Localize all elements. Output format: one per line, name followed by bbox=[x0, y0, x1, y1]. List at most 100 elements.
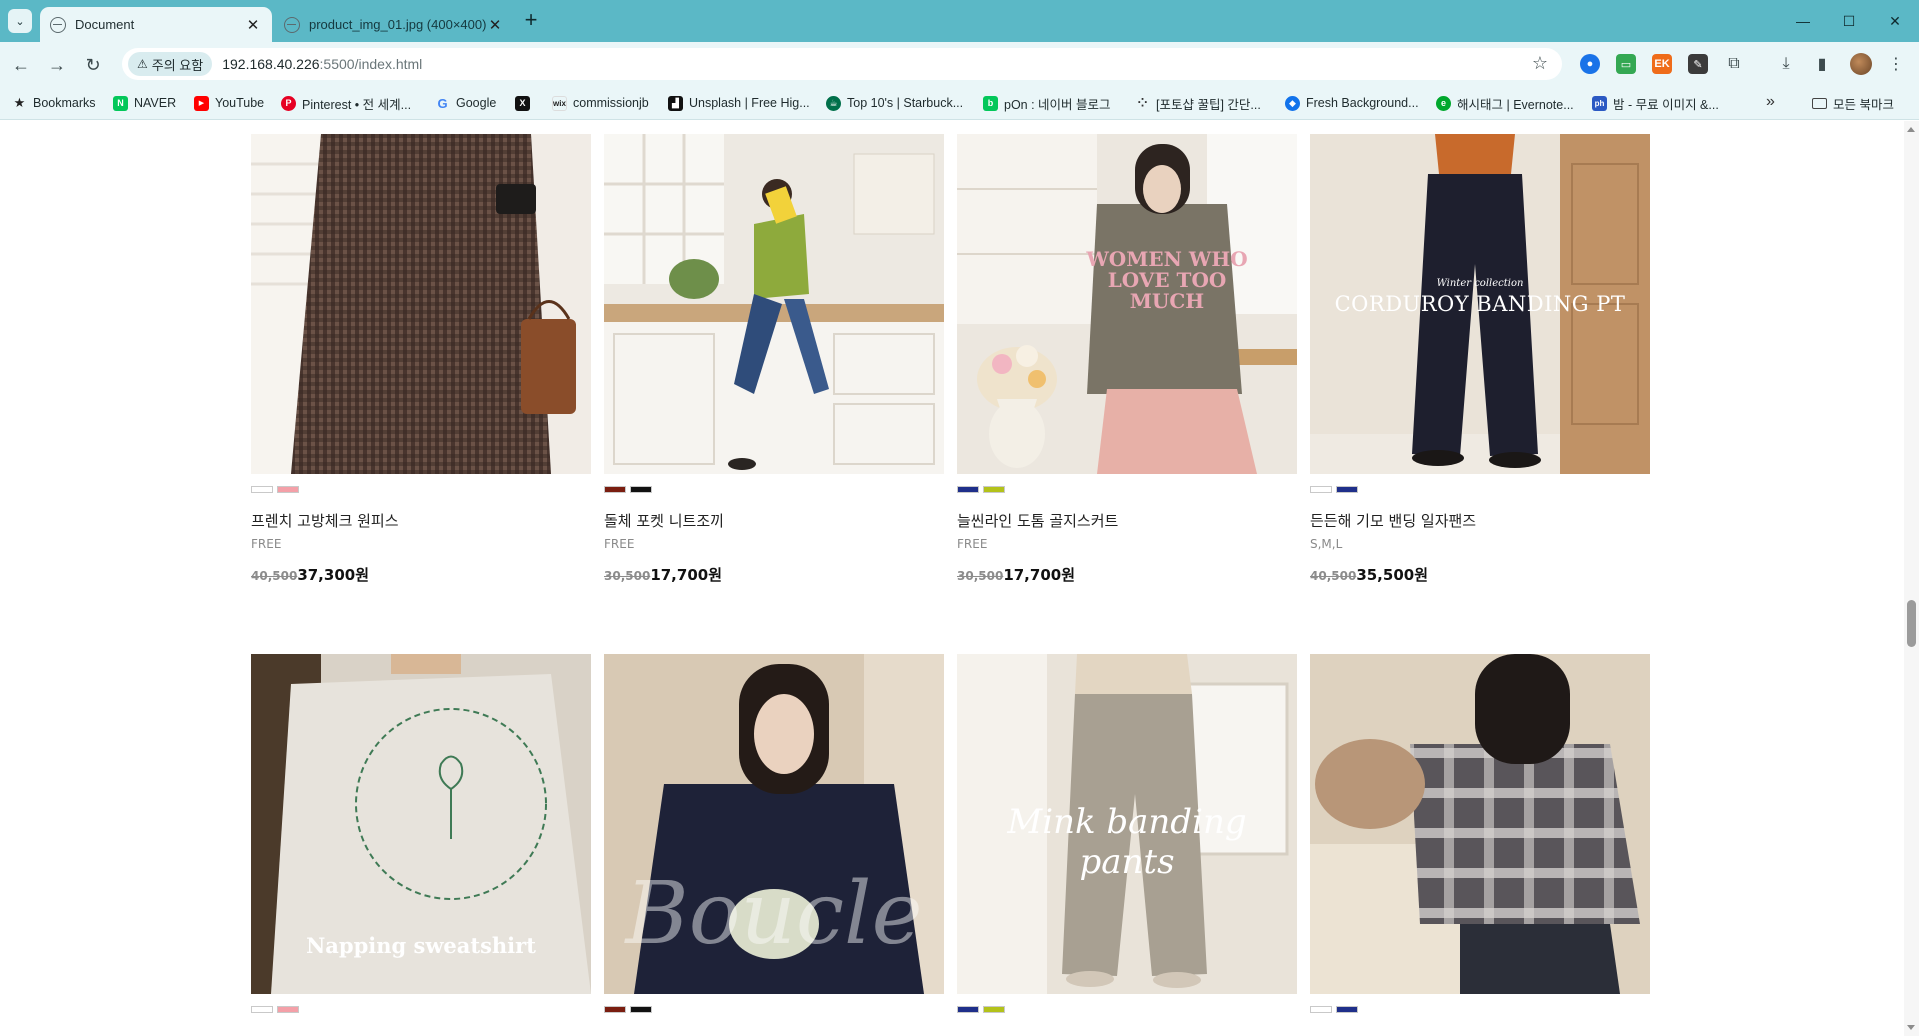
bookmark-google[interactable]: G Google bbox=[435, 94, 496, 112]
original-price: 40,500 bbox=[1310, 569, 1357, 583]
profile-avatar[interactable] bbox=[1850, 53, 1872, 75]
scroll-up-arrow-icon[interactable] bbox=[1907, 127, 1915, 132]
dots-icon: ⁘ bbox=[1137, 96, 1148, 110]
youtube-icon: ▶ bbox=[194, 95, 209, 111]
color-swatch[interactable] bbox=[604, 1006, 626, 1013]
bookmark-starbucks[interactable]: ☕ Top 10's | Starbuck... bbox=[826, 94, 963, 112]
color-swatch[interactable] bbox=[277, 486, 299, 493]
page-scrollbar[interactable] bbox=[1904, 121, 1919, 1036]
sweatshirt-print-text: WOMEN WHO LOVE TOO MUCH bbox=[1086, 247, 1248, 313]
bookmark-unsplash[interactable]: ▟ Unsplash | Free Hig... bbox=[668, 94, 810, 112]
all-bookmarks-folder[interactable]: 모든 북마크 bbox=[1812, 94, 1894, 113]
bookmark-youtube[interactable]: ▶ YouTube bbox=[194, 94, 264, 112]
address-bar[interactable]: ⚠ 주의 요함 192.168.40.226:5500/index.html ☆ bbox=[122, 48, 1562, 80]
extension-ek-icon[interactable]: EK bbox=[1652, 54, 1672, 74]
extensions-puzzle-icon[interactable]: ⧉ bbox=[1722, 52, 1746, 76]
color-swatch[interactable] bbox=[983, 1006, 1005, 1013]
menu-kebab-icon[interactable]: ⋮ bbox=[1884, 52, 1908, 76]
color-swatch[interactable] bbox=[1310, 1006, 1332, 1013]
side-panel-icon[interactable]: ▮ bbox=[1810, 52, 1834, 76]
bookmark-star-icon[interactable]: ☆ bbox=[1532, 53, 1548, 74]
close-icon[interactable]: ✕ bbox=[486, 16, 504, 34]
globe-icon bbox=[284, 16, 300, 33]
product-image[interactable] bbox=[604, 134, 944, 474]
minimize-button[interactable]: — bbox=[1780, 6, 1826, 36]
scroll-thumb[interactable] bbox=[1907, 600, 1916, 647]
tab-search-button[interactable]: ⌄ bbox=[8, 9, 32, 33]
bookmark-bookmarks[interactable]: ★ Bookmarks bbox=[12, 94, 96, 112]
bookmark-photoshop-tip[interactable]: ⁘ [포토샵 꿀팁] 간단... bbox=[1135, 94, 1260, 112]
color-swatch[interactable] bbox=[1336, 486, 1358, 493]
color-swatch[interactable] bbox=[277, 1006, 299, 1013]
bookmark-free-images[interactable]: ph 밤 - 무료 이미지 &... bbox=[1592, 94, 1719, 112]
sale-price: 37,300원 bbox=[297, 566, 369, 584]
product-name[interactable]: 돌체 포켓 니트조끼 bbox=[604, 510, 724, 531]
folder-icon bbox=[1812, 98, 1827, 109]
extension-eyedropper-icon[interactable]: ✎ bbox=[1688, 54, 1708, 74]
product-name[interactable]: 든든해 기모 밴딩 일자팬즈 bbox=[1310, 510, 1476, 531]
product-size: FREE bbox=[251, 537, 282, 551]
product-image[interactable]: WOMEN WHO LOVE TOO MUCH bbox=[957, 134, 1297, 474]
bookmark-pinterest[interactable]: P Pinterest • 전 세계... bbox=[281, 94, 411, 112]
product-image[interactable]: Winter collection CORDUROY BANDING PT bbox=[1310, 134, 1650, 474]
color-swatch[interactable] bbox=[251, 486, 273, 493]
product-image[interactable]: Boucle bbox=[604, 654, 944, 994]
download-icon[interactable]: ⤓ bbox=[1774, 52, 1798, 76]
blog-icon: b bbox=[983, 95, 998, 111]
sale-price: 17,700원 bbox=[1003, 566, 1075, 584]
color-swatch[interactable] bbox=[604, 486, 626, 493]
product-name[interactable]: 프렌치 고방체크 원피스 bbox=[251, 510, 399, 531]
color-swatch[interactable] bbox=[1336, 1006, 1358, 1013]
color-swatches bbox=[604, 1006, 652, 1013]
bookmark-evernote[interactable]: e 해시태그 | Evernote... bbox=[1436, 94, 1574, 112]
product-image[interactable]: Napping sweatshirt bbox=[251, 654, 591, 994]
bookmark-naver[interactable]: N NAVER bbox=[113, 94, 176, 112]
product-size: S,M,L bbox=[1310, 537, 1343, 551]
bookmark-fresh-background[interactable]: ◆ Fresh Background... bbox=[1285, 94, 1419, 112]
color-swatch[interactable] bbox=[983, 486, 1005, 493]
url-text[interactable]: 192.168.40.226:5500/index.html bbox=[222, 56, 422, 72]
tab-strip: ⌄ Document ✕ product_img_01.jpg (400×400… bbox=[0, 0, 1919, 42]
color-swatch[interactable] bbox=[630, 1006, 652, 1013]
close-window-button[interactable]: ✕ bbox=[1872, 6, 1918, 36]
tab-product-image[interactable]: product_img_01.jpg (400×400) ✕ bbox=[274, 7, 514, 42]
color-swatches bbox=[604, 486, 652, 493]
original-price: 40,500 bbox=[251, 569, 298, 583]
reload-button[interactable]: ↻ bbox=[80, 52, 106, 78]
product-image[interactable] bbox=[1310, 654, 1650, 994]
product-price: 30,50017,700원 bbox=[604, 564, 722, 585]
forward-button[interactable]: → bbox=[44, 52, 70, 78]
bookmark-commissionjb[interactable]: wix commissionjb bbox=[552, 94, 649, 112]
color-swatch[interactable] bbox=[957, 1006, 979, 1013]
sale-price: 35,500원 bbox=[1356, 566, 1428, 584]
extension-green-icon[interactable]: ▭ bbox=[1616, 54, 1636, 74]
new-tab-button[interactable]: + bbox=[520, 9, 542, 32]
bookmark-x[interactable]: X bbox=[515, 94, 536, 112]
color-swatch[interactable] bbox=[630, 486, 652, 493]
shield-extension-icon[interactable]: ● bbox=[1580, 54, 1600, 74]
photo-title: Mink banding pants bbox=[1007, 802, 1247, 882]
product-image[interactable] bbox=[251, 134, 591, 474]
security-chip[interactable]: ⚠ 주의 요함 bbox=[128, 52, 213, 76]
pinterest-icon: P bbox=[281, 95, 296, 111]
naver-icon: N bbox=[113, 95, 128, 111]
browser-toolbar: ← → ↻ ⚠ 주의 요함 192.168.40.226:5500/index.… bbox=[0, 42, 1919, 86]
tab-document[interactable]: Document ✕ bbox=[40, 7, 272, 42]
ph-icon: ph bbox=[1592, 95, 1607, 111]
chevron-right-double-icon[interactable]: » bbox=[1766, 93, 1775, 111]
color-swatch[interactable] bbox=[1310, 486, 1332, 493]
original-price: 30,500 bbox=[957, 569, 1004, 583]
product-image[interactable]: Mink banding pants bbox=[957, 654, 1297, 994]
product-name[interactable]: 늘씬라인 도톰 골지스커트 bbox=[957, 510, 1118, 531]
maximize-button[interactable]: ☐ bbox=[1826, 6, 1872, 36]
color-swatch[interactable] bbox=[251, 1006, 273, 1013]
bookmark-pon-blog[interactable]: b pOn : 네이버 블로그 bbox=[983, 94, 1111, 112]
color-swatch[interactable] bbox=[957, 486, 979, 493]
color-swatches bbox=[1310, 486, 1358, 493]
close-icon[interactable]: ✕ bbox=[244, 16, 262, 34]
back-button[interactable]: ← bbox=[8, 52, 34, 78]
star-icon: ★ bbox=[13, 95, 26, 110]
wix-icon: wix bbox=[552, 95, 567, 111]
chevron-down-icon: ⌄ bbox=[15, 15, 25, 28]
scroll-down-arrow-icon[interactable] bbox=[1907, 1025, 1915, 1030]
